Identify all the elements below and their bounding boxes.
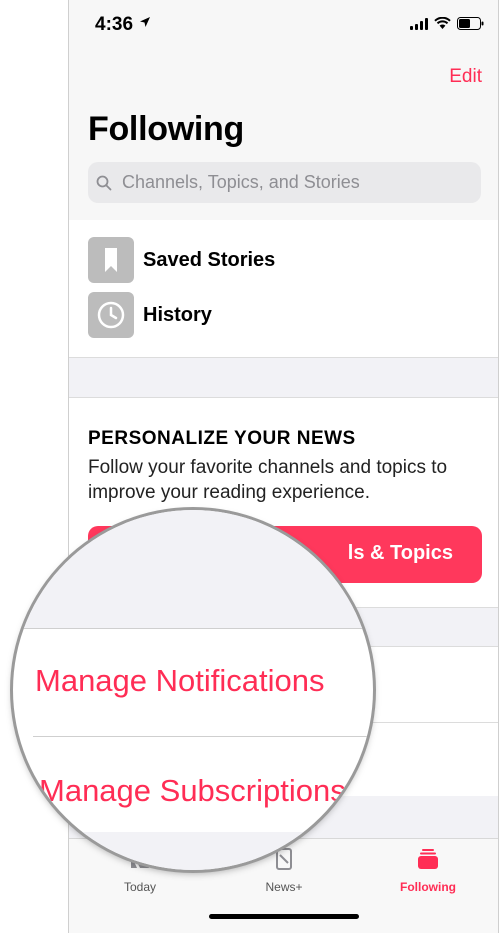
bookmark-icon — [105, 248, 117, 272]
search-placeholder: Channels, Topics, and Stories — [122, 172, 360, 192]
manage-notifications-button[interactable]: Manage Notifications — [35, 663, 325, 699]
saved-stories-label: Saved Stories — [143, 249, 276, 271]
location-arrow-icon — [140, 17, 150, 27]
edit-button[interactable]: Edit — [449, 66, 482, 88]
lens-section-spacer — [13, 510, 373, 628]
search-field[interactable]: Channels, Topics, and Stories — [88, 162, 481, 203]
lens-section-spacer — [13, 832, 373, 870]
status-time: 4:36 — [95, 14, 134, 35]
tab-following-label: Following — [400, 880, 456, 894]
tab-today-label: Today — [123, 880, 157, 894]
lens-divider — [33, 736, 373, 737]
following-icon — [418, 849, 438, 869]
tab-following[interactable]: Following — [378, 847, 478, 894]
manage-subscriptions-button[interactable]: Manage Subscriptions — [39, 773, 346, 809]
page-title: Following — [88, 110, 244, 148]
search-icon — [96, 175, 112, 191]
saved-stories-row[interactable]: Saved Stories — [88, 237, 488, 283]
clock-icon — [97, 301, 125, 329]
history-label: History — [143, 304, 212, 326]
saved-stories-tile — [88, 237, 134, 283]
tab-newsplus-label: News+ — [265, 880, 303, 894]
history-row[interactable]: History — [88, 292, 488, 338]
history-tile — [88, 292, 134, 338]
personalize-description: Follow your favorite channels and topics… — [88, 457, 448, 503]
personalize-heading: PERSONALIZE YOUR NEWS — [88, 428, 356, 449]
status-indicators — [410, 17, 484, 30]
battery-icon — [457, 17, 484, 30]
magnifier-lens: Manage Notifications Manage Subscription… — [13, 510, 373, 870]
home-indicator — [209, 914, 359, 919]
divider — [69, 397, 498, 398]
phone-frame-right-edge — [498, 0, 499, 933]
wifi-icon — [434, 17, 451, 29]
lens-divider — [13, 628, 373, 629]
cellular-signal-icon — [410, 18, 428, 30]
section-spacer — [69, 358, 498, 397]
